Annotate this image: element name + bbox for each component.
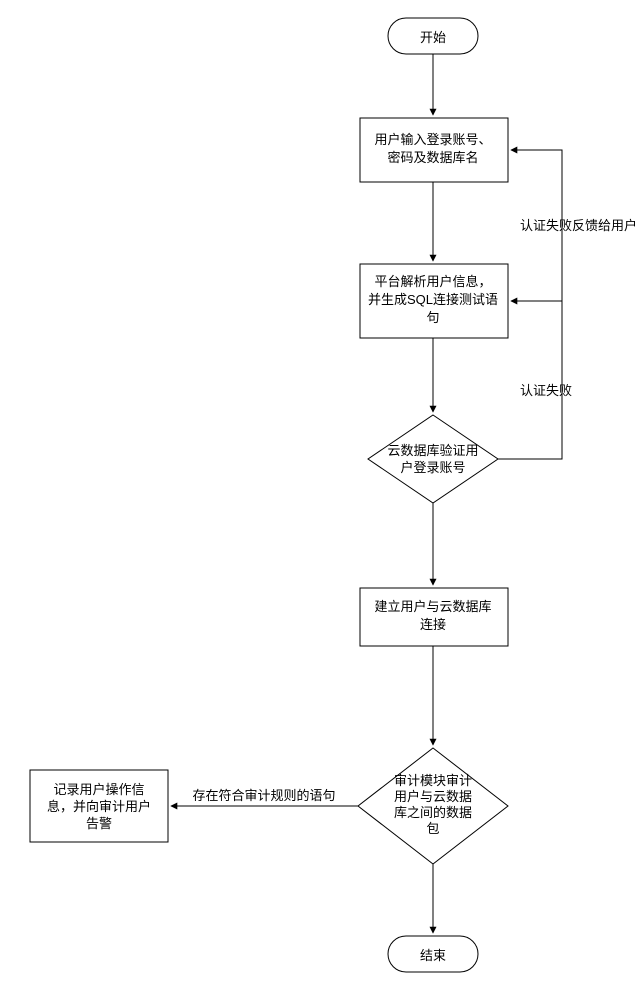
parse-line2: 并生成SQL连接测试语 [368,292,498,307]
record-line1: 记录用户操作信 [53,782,144,797]
node-record: 记录用户操作信 息，并向审计用户 告警 [30,770,168,842]
audit-line4: 包 [426,821,439,836]
connect-line1: 建立用户与云数据库 [374,599,491,614]
start-label: 开始 [420,30,446,45]
label-audit-record: 存在符合审计规则的语句 [192,788,335,803]
node-connect: 建立用户与云数据库 连接 [360,588,508,646]
node-end: 结束 [388,936,478,972]
verify-line2: 户登录账号 [400,460,465,475]
record-line3: 告警 [86,816,112,831]
node-audit: 审计模块审计 用户与云数据 库之间的数据 包 [358,748,508,864]
verify-line1: 云数据库验证用 [387,443,478,458]
parse-line3: 句 [426,310,439,325]
connect-line2: 连接 [420,617,446,632]
label-parse-input: 认证失败反馈给用户 [520,218,637,233]
input-line1: 用户输入登录账号、 [374,132,491,147]
node-parse: 平台解析用户信息， 并生成SQL连接测试语 句 [360,264,508,338]
node-start: 开始 [388,18,478,54]
flowchart: 开始 用户输入登录账号、 密码及数据库名 平台解析用户信息， 并生成SQL连接测… [0,0,642,1000]
node-input: 用户输入登录账号、 密码及数据库名 [360,118,508,182]
input-line2: 密码及数据库名 [387,150,478,165]
end-label: 结束 [420,948,446,963]
record-line2: 息，并向审计用户 [47,799,151,814]
audit-line3: 库之间的数据 [394,805,472,820]
label-verify-parse: 认证失败 [520,383,572,398]
audit-line2: 用户与云数据 [394,789,472,804]
node-verify: 云数据库验证用 户登录账号 [368,415,498,503]
audit-line1: 审计模块审计 [394,773,472,788]
parse-line1: 平台解析用户信息， [374,274,491,289]
